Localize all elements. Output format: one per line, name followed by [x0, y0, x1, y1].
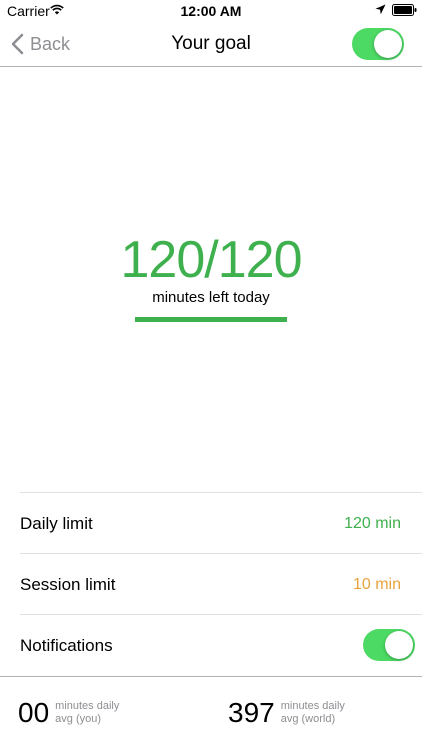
battery-icon	[392, 4, 417, 16]
location-icon	[375, 4, 386, 15]
minutes-left-caption: minutes left today	[152, 289, 270, 306]
stat-you-number: 00	[18, 697, 50, 728]
stat-world: 397 minutes daily avg (world)	[228, 697, 345, 729]
stat-you: 00 minutes daily avg (you)	[18, 697, 119, 729]
stat-world-caption: minutes daily avg (world)	[281, 700, 345, 726]
stat-world-number: 397	[228, 697, 275, 728]
nav-bar: Back Your goal	[0, 22, 422, 67]
goal-summary: 120/120 minutes left today	[0, 67, 422, 492]
notifications-toggle[interactable]	[363, 629, 415, 661]
notifications-row: Notifications	[0, 615, 422, 676]
session-limit-row[interactable]: Session limit 10 min	[0, 554, 422, 615]
session-limit-label: Session limit	[20, 575, 116, 594]
notifications-label: Notifications	[20, 636, 113, 655]
minutes-left-count: 120/120	[120, 231, 303, 289]
goal-screen: Carrier 12:00 AM Back Your goal 120/120 …	[0, 0, 422, 750]
toggle-knob	[385, 631, 413, 659]
stat-you-caption-line1: minutes daily	[55, 700, 120, 712]
stats-footer: 00 minutes daily avg (you) 397 minutes d…	[0, 676, 422, 750]
session-limit-value: 10 min	[352, 576, 401, 593]
minutes-progress-bar	[135, 317, 287, 322]
clock-label: 12:00 AM	[180, 3, 242, 19]
daily-limit-label: Daily limit	[20, 514, 93, 533]
goal-toggle[interactable]	[352, 28, 404, 60]
stat-world-caption-line2: avg (world)	[280, 713, 336, 725]
daily-limit-value: 120 min	[344, 515, 401, 532]
stat-world-caption-line1: minutes daily	[280, 700, 345, 712]
status-bar: Carrier 12:00 AM	[0, 0, 422, 22]
toggle-knob	[374, 30, 402, 58]
minutes-progress-fill	[135, 317, 287, 322]
daily-limit-row[interactable]: Daily limit 120 min	[0, 493, 422, 554]
stat-you-caption: minutes daily avg (you)	[55, 700, 119, 726]
stat-you-caption-line2: avg (you)	[55, 713, 102, 725]
